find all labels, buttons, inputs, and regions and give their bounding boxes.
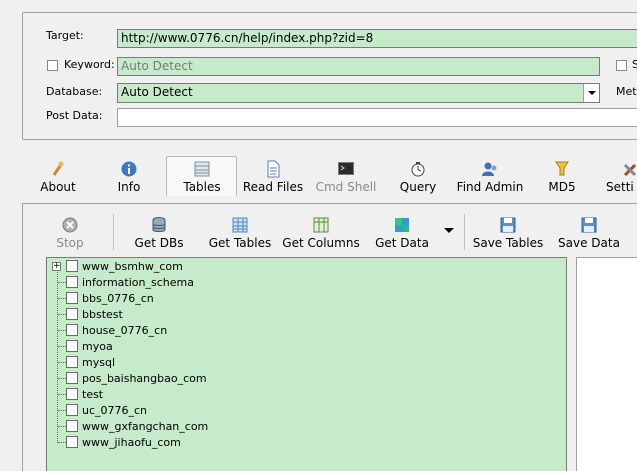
tree-node-database[interactable]: uc_0776_cn bbox=[66, 402, 147, 418]
node-checkbox[interactable] bbox=[66, 260, 78, 272]
tree-node-database[interactable]: bbstest bbox=[66, 306, 123, 322]
tree-connector-line bbox=[58, 362, 66, 363]
node-checkbox[interactable] bbox=[66, 436, 78, 448]
tree-node-database[interactable]: www_jihaofu_com bbox=[66, 434, 181, 450]
tree-node-database[interactable]: information_schema bbox=[66, 274, 194, 290]
settings-button[interactable]: Setti bbox=[606, 160, 637, 194]
stop-button[interactable]: Stop bbox=[50, 216, 90, 250]
node-checkbox[interactable] bbox=[66, 404, 78, 416]
find-admin-icon bbox=[482, 162, 497, 176]
tree-node-database[interactable]: house_0776_cn bbox=[66, 322, 167, 338]
right-option-checkbox[interactable] bbox=[616, 60, 627, 71]
info-icon bbox=[121, 161, 137, 177]
node-checkbox[interactable] bbox=[66, 420, 78, 432]
database-tree[interactable]: + www_bsmhw_com information_schema bbs_0… bbox=[46, 257, 567, 471]
md5-icon bbox=[555, 161, 569, 176]
find-admin-button[interactable]: Find Admin bbox=[454, 160, 526, 194]
get-tables-button[interactable]: Get Tables bbox=[205, 216, 275, 250]
info-button[interactable]: Info bbox=[108, 160, 150, 194]
tables-tab[interactable]: Tables bbox=[172, 160, 232, 194]
columns-detail-pane[interactable] bbox=[576, 257, 637, 471]
right-option-label: S bbox=[632, 58, 637, 71]
tables-icon bbox=[194, 161, 210, 177]
about-button[interactable]: About bbox=[34, 160, 82, 194]
tree-node-database[interactable]: www_bsmhw_com bbox=[66, 258, 183, 274]
stop-icon bbox=[62, 217, 78, 233]
toolbar-separator bbox=[113, 214, 114, 250]
tree-connector-line bbox=[58, 298, 66, 299]
target-url-field[interactable]: http://www.0776.cn/help/index.php?zid=8 bbox=[117, 29, 637, 48]
get-data-icon bbox=[395, 218, 409, 232]
cmd-shell-icon bbox=[338, 162, 354, 175]
tree-node-database[interactable]: www_gxfangchan_com bbox=[66, 418, 208, 434]
tree-node-database[interactable]: myoa bbox=[66, 338, 113, 354]
get-data-dropdown-icon[interactable] bbox=[444, 228, 454, 233]
method-label: Meth bbox=[616, 85, 637, 98]
settings-icon bbox=[623, 163, 637, 177]
keyword-checkbox[interactable] bbox=[47, 60, 58, 71]
node-checkbox[interactable] bbox=[66, 308, 78, 320]
tree-connector-line bbox=[58, 282, 66, 283]
node-checkbox[interactable] bbox=[66, 356, 78, 368]
tree-node-database[interactable]: pos_baishangbao_com bbox=[66, 370, 207, 386]
query-button[interactable]: Query bbox=[396, 160, 440, 194]
save-data-icon bbox=[581, 217, 597, 233]
tree-node-database[interactable]: bbs_0776_cn bbox=[66, 290, 154, 306]
keyword-label: Keyword: bbox=[64, 58, 115, 71]
tree-connector-line bbox=[58, 314, 66, 315]
get-columns-icon bbox=[313, 217, 329, 233]
node-checkbox[interactable] bbox=[66, 276, 78, 288]
tree-connector-line bbox=[58, 426, 66, 427]
read-files-button[interactable]: Read Files bbox=[240, 160, 306, 194]
tree-connector-line bbox=[58, 330, 66, 331]
tree-connector-line bbox=[58, 346, 66, 347]
md5-button[interactable]: MD5 bbox=[542, 160, 582, 194]
toolbar-separator bbox=[464, 214, 465, 250]
expand-plus-icon[interactable]: + bbox=[52, 262, 61, 271]
node-checkbox[interactable] bbox=[66, 372, 78, 384]
tree-node-database[interactable]: mysql bbox=[66, 354, 115, 370]
tree-node-database[interactable]: test bbox=[66, 386, 103, 402]
get-columns-button[interactable]: Get Columns bbox=[281, 216, 361, 250]
database-label: Database: bbox=[46, 85, 103, 98]
save-tables-icon bbox=[500, 217, 516, 233]
target-label: Target: bbox=[46, 29, 84, 42]
database-select-value: Auto Detect bbox=[121, 85, 193, 99]
node-checkbox[interactable] bbox=[66, 292, 78, 304]
database-select[interactable]: Auto Detect bbox=[117, 83, 600, 103]
tree-connector-line bbox=[58, 394, 66, 395]
get-dbs-button[interactable]: Get DBs bbox=[132, 216, 186, 250]
tree-connector-line bbox=[58, 378, 66, 379]
save-tables-button[interactable]: Save Tables bbox=[470, 216, 546, 250]
get-data-button[interactable]: Get Data bbox=[372, 216, 432, 250]
save-data-button[interactable]: Save Data bbox=[556, 216, 622, 250]
post-data-label: Post Data: bbox=[46, 109, 103, 122]
node-checkbox[interactable] bbox=[66, 388, 78, 400]
node-checkbox[interactable] bbox=[66, 324, 78, 336]
keyword-field[interactable]: Auto Detect bbox=[117, 57, 600, 76]
cmd-shell-button[interactable]: Cmd Shell bbox=[314, 160, 378, 194]
post-data-field[interactable] bbox=[117, 108, 637, 127]
get-tables-icon bbox=[232, 217, 248, 233]
about-icon bbox=[52, 161, 64, 176]
read-files-icon bbox=[267, 160, 280, 178]
get-dbs-icon bbox=[152, 217, 166, 232]
tree-connector-line bbox=[58, 410, 66, 411]
tree-connector-line bbox=[58, 442, 66, 443]
tree-connector-line bbox=[57, 267, 58, 443]
node-checkbox[interactable] bbox=[66, 340, 78, 352]
query-icon bbox=[411, 162, 425, 177]
chevron-down-icon[interactable] bbox=[583, 84, 599, 102]
